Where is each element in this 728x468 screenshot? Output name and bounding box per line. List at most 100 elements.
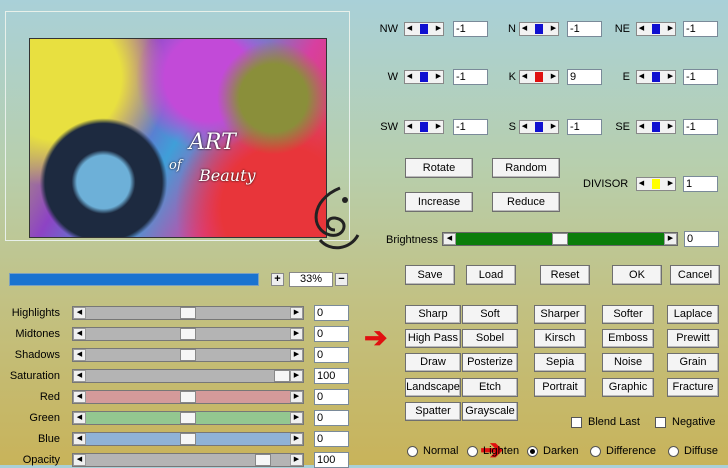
random-button[interactable]: Random xyxy=(492,158,560,178)
slider-value-blue[interactable]: 0 xyxy=(314,431,349,447)
arrow-left-icon[interactable]: ◀ xyxy=(637,71,646,83)
slider-value-green[interactable]: 0 xyxy=(314,410,349,426)
arrow-left-icon[interactable]: ◀ xyxy=(73,412,86,424)
arrow-left-icon[interactable]: ◀ xyxy=(520,23,529,35)
slider-thumb[interactable] xyxy=(180,349,196,361)
arrow-right-icon[interactable]: ▶ xyxy=(666,178,675,190)
slider-value-midtones[interactable]: 0 xyxy=(314,326,349,342)
arrow-right-icon[interactable]: ▶ xyxy=(434,23,443,35)
preset-graphic-button[interactable]: Graphic xyxy=(602,378,654,397)
matrix-spinner-k[interactable]: ◀ ▶ xyxy=(519,70,559,84)
zoom-in-button[interactable]: + xyxy=(271,273,284,286)
zoom-out-button[interactable]: − xyxy=(335,273,348,286)
arrow-left-icon[interactable]: ◀ xyxy=(520,71,529,83)
radio-normal[interactable] xyxy=(407,446,418,457)
matrix-spinner-s[interactable]: ◀ ▶ xyxy=(519,120,559,134)
arrow-left-icon[interactable]: ◀ xyxy=(73,370,86,382)
increase-button[interactable]: Increase xyxy=(405,192,473,212)
preset-kirsch-button[interactable]: Kirsch xyxy=(534,329,586,348)
brightness-thumb[interactable] xyxy=(552,233,568,245)
negative-checkbox[interactable] xyxy=(655,417,666,428)
preset-sobel-button[interactable]: Sobel xyxy=(462,329,518,348)
slider-shadows[interactable]: ◀ ▶ xyxy=(72,348,304,362)
preset-noise-button[interactable]: Noise xyxy=(602,353,654,372)
arrow-right-icon[interactable]: ▶ xyxy=(549,121,558,133)
arrow-right-icon[interactable]: ▶ xyxy=(434,71,443,83)
matrix-value-ne[interactable]: -1 xyxy=(683,21,718,37)
preset-etch-button[interactable]: Etch xyxy=(462,378,518,397)
arrow-right-icon[interactable]: ▶ xyxy=(290,433,303,445)
matrix-value-s[interactable]: -1 xyxy=(567,119,602,135)
slider-red[interactable]: ◀ ▶ xyxy=(72,390,304,404)
preset-sharper-button[interactable]: Sharper xyxy=(534,305,586,324)
arrow-right-icon[interactable]: ▶ xyxy=(549,23,558,35)
arrow-right-icon[interactable]: ▶ xyxy=(666,23,675,35)
preset-sharp-button[interactable]: Sharp xyxy=(405,305,461,324)
arrow-right-icon[interactable]: ▶ xyxy=(290,412,303,424)
preset-high-pass-button[interactable]: High Pass xyxy=(405,329,461,348)
preset-landscape-button[interactable]: Landscape xyxy=(405,378,461,397)
ok-button[interactable]: OK xyxy=(612,265,662,285)
arrow-right-icon[interactable]: ▶ xyxy=(664,233,677,245)
arrow-right-icon[interactable]: ▶ xyxy=(666,121,675,133)
arrow-right-icon[interactable]: ▶ xyxy=(290,370,303,382)
arrow-right-icon[interactable]: ▶ xyxy=(549,71,558,83)
slider-thumb[interactable] xyxy=(180,307,196,319)
slider-midtones[interactable]: ◀ ▶ xyxy=(72,327,304,341)
arrow-right-icon[interactable]: ▶ xyxy=(290,349,303,361)
radio-darken[interactable] xyxy=(527,446,538,457)
slider-highlights[interactable]: ◀ ▶ xyxy=(72,306,304,320)
preset-softer-button[interactable]: Softer xyxy=(602,305,654,324)
arrow-left-icon[interactable]: ◀ xyxy=(405,71,414,83)
preset-soft-button[interactable]: Soft xyxy=(462,305,518,324)
arrow-left-icon[interactable]: ◀ xyxy=(73,433,86,445)
brightness-field[interactable]: 0 xyxy=(684,231,719,247)
matrix-value-nw[interactable]: -1 xyxy=(453,21,488,37)
matrix-spinner-w[interactable]: ◀ ▶ xyxy=(404,70,444,84)
matrix-value-n[interactable]: -1 xyxy=(567,21,602,37)
arrow-left-icon[interactable]: ◀ xyxy=(637,23,646,35)
rotate-button[interactable]: Rotate xyxy=(405,158,473,178)
arrow-right-icon[interactable]: ▶ xyxy=(666,71,675,83)
preset-posterize-button[interactable]: Posterize xyxy=(462,353,518,372)
slider-value-opacity[interactable]: 100 xyxy=(314,452,349,468)
preset-draw-button[interactable]: Draw xyxy=(405,353,461,372)
arrow-right-icon[interactable]: ▶ xyxy=(290,391,303,403)
arrow-right-icon[interactable]: ▶ xyxy=(290,454,303,466)
matrix-spinner-e[interactable]: ◀ ▶ xyxy=(636,70,676,84)
slider-thumb[interactable] xyxy=(274,370,290,382)
slider-thumb[interactable] xyxy=(180,391,196,403)
blend-last-checkbox[interactable] xyxy=(571,417,582,428)
matrix-value-sw[interactable]: -1 xyxy=(453,119,488,135)
arrow-left-icon[interactable]: ◀ xyxy=(443,233,456,245)
arrow-right-icon[interactable]: ▶ xyxy=(290,307,303,319)
arrow-left-icon[interactable]: ◀ xyxy=(405,121,414,133)
preset-laplace-button[interactable]: Laplace xyxy=(667,305,719,324)
cancel-button[interactable]: Cancel xyxy=(670,265,720,285)
arrow-left-icon[interactable]: ◀ xyxy=(520,121,529,133)
radio-difference[interactable] xyxy=(590,446,601,457)
preset-portrait-button[interactable]: Portrait xyxy=(534,378,586,397)
slider-saturation[interactable]: ◀ ▶ xyxy=(72,369,304,383)
slider-value-shadows[interactable]: 0 xyxy=(314,347,349,363)
slider-thumb[interactable] xyxy=(180,412,196,424)
slider-thumb[interactable] xyxy=(255,454,272,466)
preset-spatter-button[interactable]: Spatter xyxy=(405,402,461,421)
matrix-value-k[interactable]: 9 xyxy=(567,69,602,85)
slider-value-highlights[interactable]: 0 xyxy=(314,305,349,321)
brightness-slider[interactable]: ◀ ▶ xyxy=(442,232,678,246)
reduce-button[interactable]: Reduce xyxy=(492,192,560,212)
reset-button[interactable]: Reset xyxy=(540,265,590,285)
divisor-spinner[interactable]: ◀ ▶ xyxy=(636,177,676,191)
preset-sepia-button[interactable]: Sepia xyxy=(534,353,586,372)
slider-blue[interactable]: ◀ ▶ xyxy=(72,432,304,446)
arrow-right-icon[interactable]: ▶ xyxy=(434,121,443,133)
slider-green[interactable]: ◀ ▶ xyxy=(72,411,304,425)
matrix-spinner-sw[interactable]: ◀ ▶ xyxy=(404,120,444,134)
preset-fracture-button[interactable]: Fracture xyxy=(667,378,719,397)
load-button[interactable]: Load xyxy=(466,265,516,285)
arrow-left-icon[interactable]: ◀ xyxy=(73,391,86,403)
arrow-left-icon[interactable]: ◀ xyxy=(637,178,646,190)
slider-value-red[interactable]: 0 xyxy=(314,389,349,405)
matrix-spinner-se[interactable]: ◀ ▶ xyxy=(636,120,676,134)
